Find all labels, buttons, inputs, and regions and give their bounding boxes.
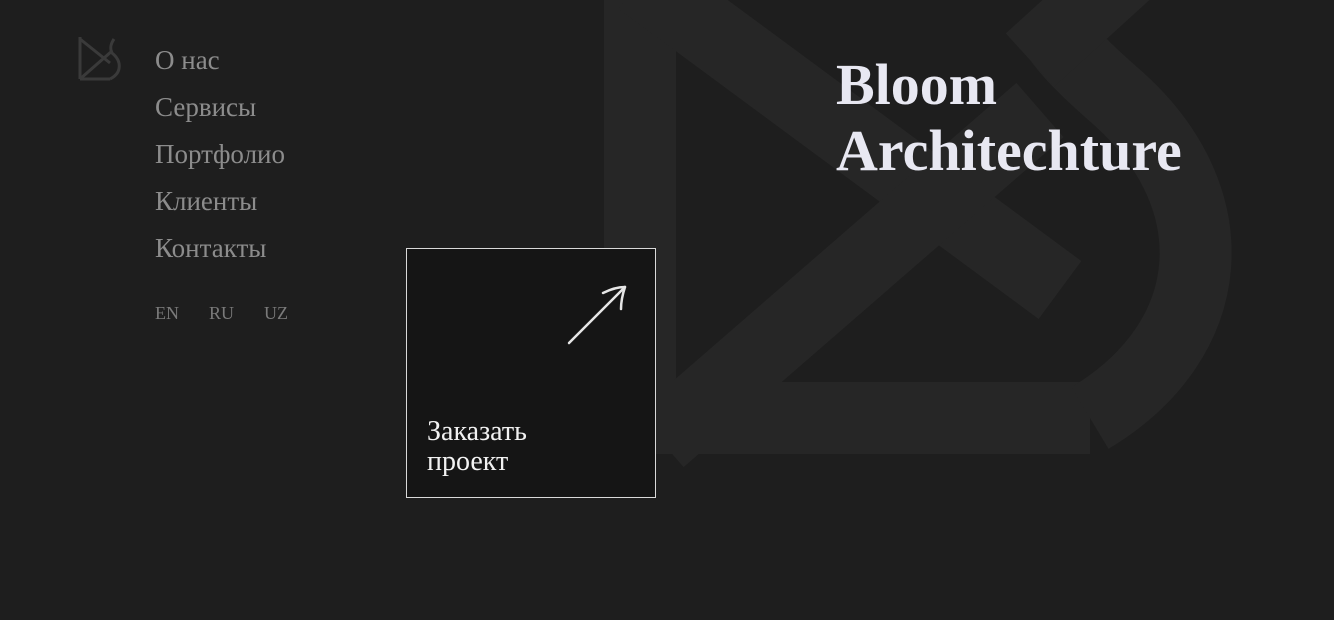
- page: О нас Сервисы Портфолио Клиенты Контакты…: [0, 0, 1334, 620]
- lang-ru[interactable]: RU: [209, 302, 234, 324]
- nav-link-services[interactable]: Сервисы: [155, 87, 256, 127]
- arrow-up-right-icon: [567, 285, 627, 345]
- nav-item: Портфолио: [155, 134, 285, 181]
- title-line-2: Architechture: [836, 118, 1182, 183]
- order-project-button[interactable]: Заказать проект: [406, 248, 656, 498]
- nav-item: Контакты: [155, 228, 285, 275]
- cta-label-line2: проект: [427, 446, 509, 477]
- lang-en[interactable]: EN: [155, 302, 179, 324]
- language-switcher: EN RU UZ: [155, 302, 318, 324]
- nav-item: О нас: [155, 40, 285, 87]
- nav-link-contacts[interactable]: Контакты: [155, 228, 266, 268]
- main-nav: О нас Сервисы Портфолио Клиенты Контакты: [155, 40, 285, 275]
- lang-uz[interactable]: UZ: [264, 302, 288, 324]
- nav-item: Клиенты: [155, 181, 285, 228]
- page-title: Bloom Architechture: [836, 52, 1182, 184]
- order-project-label: Заказать проект: [427, 417, 627, 477]
- logo-icon[interactable]: [76, 35, 122, 83]
- nav-link-about[interactable]: О нас: [155, 40, 220, 80]
- cta-label-line1: Заказать: [427, 416, 527, 447]
- title-line-1: Bloom: [836, 52, 998, 117]
- nav-item: Сервисы: [155, 87, 285, 134]
- nav-link-clients[interactable]: Клиенты: [155, 181, 257, 221]
- nav-link-portfolio[interactable]: Портфолио: [155, 134, 285, 174]
